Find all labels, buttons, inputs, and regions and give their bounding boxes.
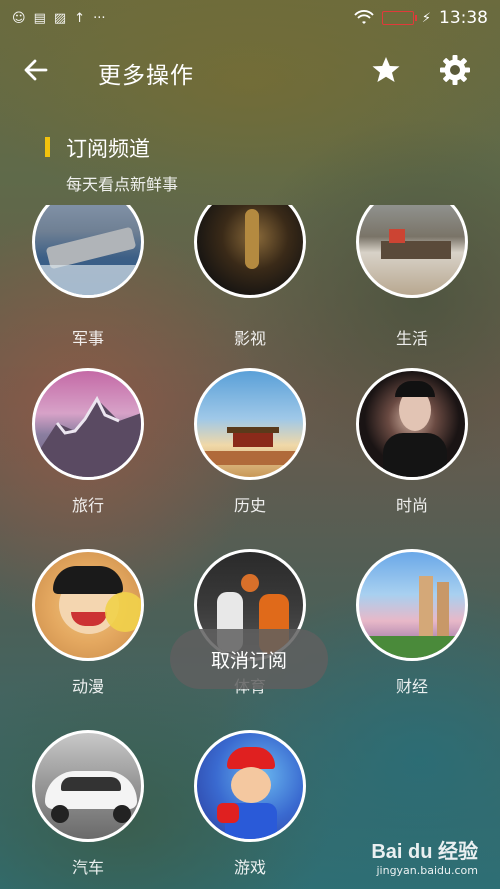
games-thumbnail xyxy=(194,730,306,842)
travel-thumbnail xyxy=(32,368,144,480)
page-title: 更多操作 xyxy=(98,63,194,89)
section-accent-bar xyxy=(45,137,50,157)
charging-icon: ⚡ xyxy=(421,10,431,26)
watermark-logo: Bai du 经验 xyxy=(371,841,478,863)
channel-anime[interactable]: 动漫 xyxy=(32,549,144,697)
channel-auto[interactable]: 汽车 xyxy=(32,730,144,878)
channel-label-fashion: 时尚 xyxy=(395,496,428,515)
channel-label-anime: 动漫 xyxy=(71,677,104,696)
battery-icon xyxy=(381,11,417,25)
unsubscribe-toast: 取消订阅 xyxy=(170,629,328,689)
section-title: 订阅频道 xyxy=(66,137,150,161)
channel-finance[interactable]: 财经 xyxy=(356,549,468,697)
channel-label-history: 历史 xyxy=(233,496,266,515)
back-arrow-icon[interactable] xyxy=(20,54,52,86)
baidu-watermark: Bai du 经验 jingyan.baidu.com xyxy=(371,835,478,877)
channel-label-military: 军事 xyxy=(71,329,104,348)
channel-life[interactable] xyxy=(356,205,468,298)
fashion-thumbnail xyxy=(356,368,468,480)
gear-icon[interactable] xyxy=(438,53,472,87)
channel-film[interactable] xyxy=(194,205,306,298)
channel-history[interactable]: 历史 xyxy=(194,368,306,516)
star-icon[interactable] xyxy=(370,54,402,86)
image-icon: ▨ xyxy=(53,10,67,26)
section-subtitle: 每天看点新鲜事 xyxy=(66,175,179,194)
upload-icon: ↑ xyxy=(74,10,86,26)
face-icon: ☺ xyxy=(12,10,26,26)
channel-label-film: 影视 xyxy=(233,329,266,348)
notification-icons: ☺ ▤ ▨ ↑ ··· xyxy=(12,11,105,26)
status-time: 13:38 xyxy=(439,8,488,28)
more-icon: ··· xyxy=(93,10,106,26)
finance-thumbnail xyxy=(356,549,468,661)
military-thumbnail xyxy=(32,205,144,298)
channel-label-auto: 汽车 xyxy=(71,858,104,877)
life-thumbnail xyxy=(356,205,468,298)
channel-label-travel: 旅行 xyxy=(71,496,104,515)
message-icon: ▤ xyxy=(33,10,46,26)
channel-games[interactable]: 游戏 xyxy=(194,730,306,878)
auto-thumbnail xyxy=(32,730,144,842)
status-bar: ☺ ▤ ▨ ↑ ··· ⚡ 13:38 xyxy=(0,0,500,36)
channel-label-games: 游戏 xyxy=(233,858,266,877)
app-header: 更多操作 xyxy=(0,40,500,100)
history-thumbnail xyxy=(194,368,306,480)
wifi-icon xyxy=(354,10,374,24)
channel-label-life: 生活 xyxy=(395,329,428,348)
channel-travel[interactable]: 旅行 xyxy=(32,368,144,516)
anime-thumbnail xyxy=(32,549,144,661)
channel-fashion[interactable]: 时尚 xyxy=(356,368,468,516)
channel-military[interactable] xyxy=(32,205,144,298)
watermark-url: jingyan.baidu.com xyxy=(376,864,478,877)
channel-label-finance: 财经 xyxy=(395,677,428,696)
film-thumbnail xyxy=(194,205,306,298)
